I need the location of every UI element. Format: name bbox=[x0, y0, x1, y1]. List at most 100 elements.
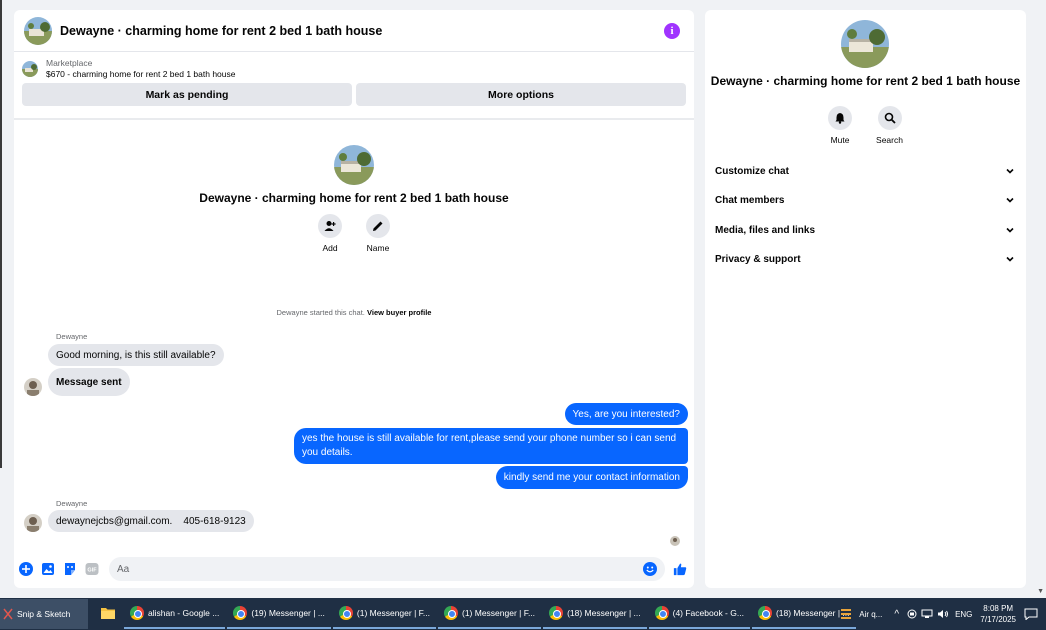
sender-avatar[interactable] bbox=[24, 514, 42, 532]
profile-name: Dewayne · charming home for rent 2 bed 1… bbox=[199, 191, 509, 205]
scroll-down-arrow[interactable]: ▼ bbox=[1037, 588, 1044, 595]
windows-taskbar: Snip & Sketch alishan - Google ... (19) … bbox=[0, 598, 1046, 630]
chrome-icon bbox=[549, 606, 564, 620]
snip-label: Snip & Sketch bbox=[17, 609, 71, 619]
profile-avatar bbox=[334, 145, 374, 185]
clock-time: 8:08 PM bbox=[983, 604, 1014, 613]
gif-button[interactable]: GIF bbox=[85, 562, 99, 576]
sender-name: Dewayne bbox=[56, 332, 88, 341]
mark-as-pending-button[interactable]: Mark as pending bbox=[22, 83, 352, 106]
chat-started-notice: Dewayne started this chat. View buyer pr… bbox=[14, 308, 694, 317]
search-button[interactable]: Search bbox=[876, 106, 903, 145]
taskbar-chrome-window[interactable]: (1) Messenger | F... bbox=[332, 599, 436, 629]
name-chat-button[interactable]: Name bbox=[366, 214, 390, 253]
sender-avatar[interactable] bbox=[24, 378, 42, 396]
view-buyer-profile-link[interactable]: View buyer profile bbox=[367, 308, 431, 317]
message-outgoing[interactable]: kindly send me your contact information bbox=[495, 466, 688, 489]
file-explorer-app[interactable] bbox=[94, 599, 122, 629]
sticker-icon bbox=[65, 563, 75, 575]
customize-chat-section[interactable]: Customize chat bbox=[715, 161, 1015, 181]
message-placeholder: Aa bbox=[117, 563, 130, 575]
media-files-links-section[interactable]: Media, files and links bbox=[715, 220, 1015, 240]
clock[interactable]: 8:08 PM 7/17/2025 bbox=[980, 603, 1016, 625]
emoji-icon[interactable] bbox=[643, 562, 657, 576]
chrome-icon bbox=[443, 606, 458, 620]
chrome-icon bbox=[233, 606, 248, 620]
info-icon[interactable]: i bbox=[664, 22, 680, 39]
network-icon[interactable] bbox=[921, 609, 933, 619]
weather-label[interactable]: Air q... bbox=[859, 610, 882, 619]
chrome-icon bbox=[338, 606, 353, 620]
chrome-icon bbox=[654, 606, 669, 620]
notifications-icon[interactable] bbox=[1024, 608, 1038, 620]
taskbar-chrome-window[interactable]: (1) Messenger | F... bbox=[437, 599, 542, 629]
chat-details-panel: Dewayne · charming home for rent 2 bed 1… bbox=[705, 10, 1026, 588]
message-incoming[interactable]: Good morning, is this still available? bbox=[48, 344, 224, 366]
folder-icon bbox=[101, 608, 115, 619]
message-outgoing[interactable]: Yes, are you interested? bbox=[564, 403, 688, 425]
chat-panel: Dewayne · charming home for rent 2 bed 1… bbox=[14, 10, 694, 588]
sender-name: Dewayne bbox=[56, 499, 88, 508]
message-outgoing[interactable]: yes the house is still available for ren… bbox=[294, 428, 688, 464]
weather-icon[interactable] bbox=[839, 607, 853, 621]
message-input[interactable]: Aa bbox=[109, 557, 665, 581]
add-person-icon bbox=[324, 221, 336, 231]
bell-icon bbox=[835, 113, 845, 124]
chat-header: Dewayne · charming home for rent 2 bed 1… bbox=[14, 10, 694, 52]
details-avatar bbox=[841, 20, 889, 68]
privacy-support-section[interactable]: Privacy & support bbox=[715, 249, 1015, 269]
house-avatar[interactable] bbox=[24, 16, 52, 45]
snip-sketch-app[interactable]: Snip & Sketch bbox=[0, 599, 88, 629]
seen-indicator-avatar bbox=[670, 536, 680, 546]
language-indicator[interactable]: ENG bbox=[955, 610, 972, 619]
more-actions-button[interactable] bbox=[19, 562, 33, 576]
section-label: Privacy & support bbox=[715, 253, 801, 265]
taskbar-chrome-window[interactable]: (4) Facebook - G... bbox=[648, 599, 750, 629]
marketplace-section: Marketplace $670 - charming home for ren… bbox=[14, 52, 694, 106]
meet-now-icon[interactable] bbox=[907, 609, 917, 619]
name-label: Name bbox=[366, 243, 390, 253]
thumbs-up-icon bbox=[673, 563, 687, 576]
attach-media-button[interactable] bbox=[41, 562, 55, 576]
chevron-down-icon bbox=[1006, 227, 1014, 233]
chat-members-section[interactable]: Chat members bbox=[715, 190, 1015, 210]
system-tray: Air q... ^ ENG 8:08 PM 7/17/2025 bbox=[839, 598, 1046, 630]
taskbar-chrome-window[interactable]: alishan - Google ... bbox=[124, 599, 226, 629]
mute-button[interactable]: Mute bbox=[828, 106, 853, 145]
add-label: Add bbox=[322, 243, 338, 253]
listing-thumbnail[interactable] bbox=[22, 60, 38, 77]
taskbar-chrome-window[interactable]: (18) Messenger | ... bbox=[543, 599, 647, 629]
like-button[interactable] bbox=[673, 562, 687, 576]
section-label: Media, files and links bbox=[715, 224, 816, 236]
clock-date: 7/17/2025 bbox=[980, 615, 1016, 624]
started-text: Dewayne started this chat. bbox=[276, 308, 365, 317]
chevron-down-icon bbox=[1006, 168, 1014, 174]
chevron-down-icon bbox=[1006, 256, 1014, 262]
listing-title[interactable]: $670 - charming home for rent 2 bed 1 ba… bbox=[46, 69, 235, 79]
taskbar-window-label: (1) Messenger | F... bbox=[461, 608, 536, 618]
chrome-icon bbox=[757, 606, 772, 620]
chat-intro: Dewayne · charming home for rent 2 bed 1… bbox=[14, 145, 694, 253]
section-label: Customize chat bbox=[715, 165, 789, 177]
taskbar-window-label: (4) Facebook - G... bbox=[672, 608, 744, 618]
mute-label: Mute bbox=[830, 135, 850, 145]
message-incoming[interactable]: Message sent bbox=[48, 368, 130, 396]
more-options-button[interactable]: More options bbox=[356, 83, 686, 106]
taskbar-window-label: (18) Messenger | ... bbox=[567, 608, 641, 618]
chrome-icon bbox=[130, 606, 144, 620]
taskbar-chrome-window[interactable]: (19) Messenger | ... bbox=[227, 599, 331, 629]
chat-title[interactable]: Dewayne · charming home for rent 2 bed 1… bbox=[60, 24, 664, 38]
add-people-button[interactable]: Add bbox=[318, 214, 342, 253]
search-icon bbox=[884, 112, 896, 124]
chevron-down-icon bbox=[1006, 197, 1014, 203]
taskbar-window-label: (1) Messenger | F... bbox=[356, 608, 430, 618]
search-label: Search bbox=[876, 135, 903, 145]
sticker-button[interactable] bbox=[63, 562, 77, 576]
pencil-icon bbox=[373, 221, 383, 231]
divider bbox=[14, 118, 694, 120]
scissors-icon bbox=[3, 608, 13, 620]
volume-icon[interactable] bbox=[937, 609, 949, 619]
show-hidden-icons-icon[interactable]: ^ bbox=[894, 609, 899, 620]
message-incoming[interactable]: dewaynejcbs@gmail.com. 405-618-9123 bbox=[48, 510, 254, 532]
composer-bar: GIF Aa bbox=[14, 555, 694, 583]
